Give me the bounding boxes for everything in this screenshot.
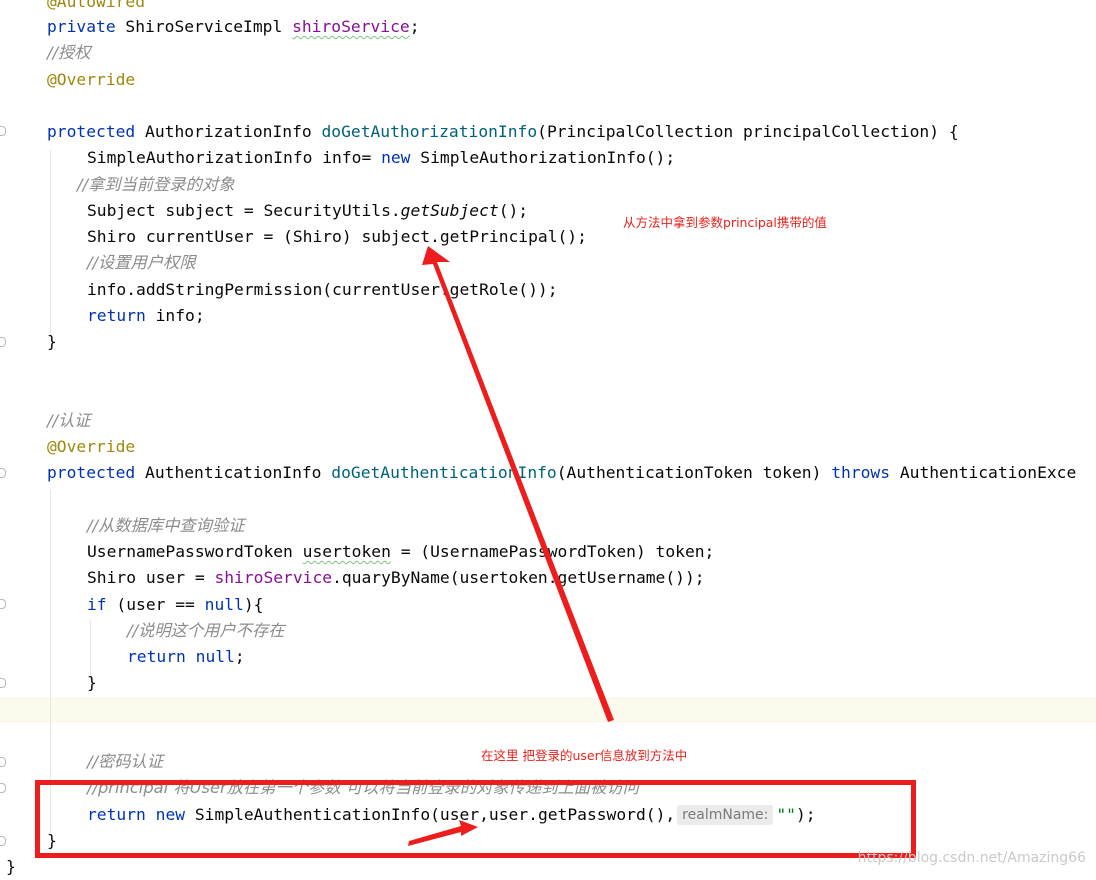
code-text: info.addStringPermission(currentUser.get… (87, 280, 558, 299)
fold-marker-icon[interactable] (0, 599, 6, 609)
code-line[interactable]: Shiro user = shiroService.quaryByName(us… (87, 565, 705, 591)
code-line[interactable]: if (user == null){ (87, 592, 263, 618)
comment-token: //认证 (47, 411, 91, 430)
code-line[interactable]: return null; (127, 644, 245, 670)
keyword-token: if (87, 595, 107, 614)
code-text: (AuthenticationToken token) (556, 463, 832, 482)
keyword-token: null (195, 647, 235, 666)
fold-marker-icon[interactable] (0, 836, 6, 846)
code-text: Subject subject = SecurityUtils. (87, 201, 401, 220)
code-line[interactable]: @Override (47, 434, 135, 460)
code-text: ; (234, 647, 245, 666)
code-text: ){ (243, 595, 264, 614)
code-line[interactable]: } (6, 854, 16, 880)
code-line[interactable]: UsernamePasswordToken usertoken = (Usern… (87, 539, 714, 565)
code-line[interactable]: //密码认证 (87, 749, 163, 775)
annotation-token: @Override (47, 437, 136, 456)
comment-token: //授权 (47, 43, 91, 62)
code-line[interactable]: @Override (47, 67, 135, 93)
code-line[interactable]: Shiro currentUser = (Shiro) subject.getP… (87, 224, 587, 250)
comment-token: //说明这个用户不存在 (127, 621, 285, 640)
code-text: Shiro currentUser = (Shiro) subject.getP… (87, 227, 587, 246)
keyword-token: null (204, 595, 244, 614)
fold-marker-icon[interactable] (0, 468, 6, 478)
variable-token: usertoken (302, 542, 391, 561)
method-call-token: getSubject (400, 201, 499, 220)
code-line[interactable]: return info; (87, 303, 205, 329)
keyword-token: new (381, 148, 411, 167)
comment-token: //密码认证 (87, 752, 164, 771)
brace-token: } (6, 857, 16, 876)
code-line[interactable]: } (87, 670, 97, 696)
watermark: https://blog.csdn.net/Amazing66 (857, 850, 1086, 866)
annotation-token: @Override (47, 70, 136, 89)
code-text: UsernamePasswordToken (87, 542, 303, 561)
indent-guide (50, 150, 51, 335)
keyword-token: throws (831, 463, 891, 482)
comment-token: //设置用户权限 (87, 253, 196, 272)
code-line[interactable]: protected AuthorizationInfo doGetAuthori… (47, 119, 959, 145)
code-line[interactable]: //授权 (47, 40, 91, 66)
fold-marker-icon[interactable] (0, 678, 6, 688)
code-line[interactable]: } (47, 329, 57, 355)
code-text: Shiro user = (87, 568, 215, 587)
code-line[interactable]: //从数据库中查询验证 (87, 513, 245, 539)
field-token: shiroService (214, 568, 333, 587)
type-token: AuthenticationExce (890, 463, 1077, 482)
code-text: SimpleAuthorizationInfo(); (410, 148, 676, 167)
keyword-token: private (47, 17, 116, 36)
keyword-token: protected (47, 463, 136, 482)
fold-marker-icon[interactable] (0, 783, 6, 793)
fold-marker-icon[interactable] (0, 126, 6, 136)
current-line-highlight (0, 697, 1096, 723)
annotation-note-top: 从方法中拿到参数principal携带的值 (623, 215, 827, 230)
code-text: .quaryByName(usertoken.getUsername()); (332, 568, 705, 587)
type-token: AuthenticationInfo (135, 463, 332, 482)
annotation-token: @Autowired (47, 0, 146, 11)
code-line[interactable]: SimpleAuthorizationInfo info= new Simple… (87, 145, 675, 171)
code-text: (user == (106, 595, 205, 614)
fold-marker-icon[interactable] (0, 337, 6, 347)
code-text: (); (498, 201, 529, 220)
code-line[interactable]: protected AuthenticationInfo doGetAuthen… (47, 460, 1076, 486)
type-token: ShiroServiceImpl (115, 17, 293, 36)
comment-token: //从数据库中查询验证 (87, 516, 245, 535)
code-line[interactable]: Subject subject = SecurityUtils.getSubje… (87, 198, 528, 224)
code-line[interactable]: info.addStringPermission(currentUser.get… (87, 277, 558, 303)
comment-token: //拿到当前登录的对象 (77, 175, 235, 194)
code-text: (PrincipalCollection principalCollection… (537, 122, 959, 141)
code-line[interactable]: @Autowired (47, 0, 145, 15)
code-text: info; (145, 306, 205, 325)
brace-token: } (87, 673, 97, 692)
fold-marker-icon[interactable] (0, 757, 6, 767)
method-name-token: doGetAuthenticationInfo (331, 463, 557, 482)
annotation-note-bottom: 在这里 把登录的user信息放到方法中 (481, 748, 688, 763)
type-token: AuthorizationInfo (135, 122, 322, 141)
keyword-token: return (127, 647, 186, 666)
code-line[interactable]: //设置用户权限 (87, 250, 196, 276)
field-token: shiroService (292, 17, 410, 36)
highlight-box (35, 780, 916, 858)
brace-token: } (47, 332, 57, 351)
code-editor[interactable]: @Autowired private ShiroServiceImpl shir… (0, 0, 1096, 876)
code-line[interactable]: //拿到当前登录的对象 (77, 172, 235, 198)
method-name-token: doGetAuthorizationInfo (321, 122, 538, 141)
code-text: SimpleAuthorizationInfo info= (87, 148, 382, 167)
code-line[interactable]: private ShiroServiceImpl shiroService; (47, 14, 420, 40)
code-text: = (UsernamePasswordToken) token; (390, 542, 715, 561)
code-line[interactable]: //说明这个用户不存在 (127, 618, 285, 644)
keyword-token: return (87, 306, 146, 325)
code-text: ; (409, 17, 420, 36)
keyword-token: protected (47, 122, 136, 141)
code-line[interactable]: //认证 (47, 408, 91, 434)
